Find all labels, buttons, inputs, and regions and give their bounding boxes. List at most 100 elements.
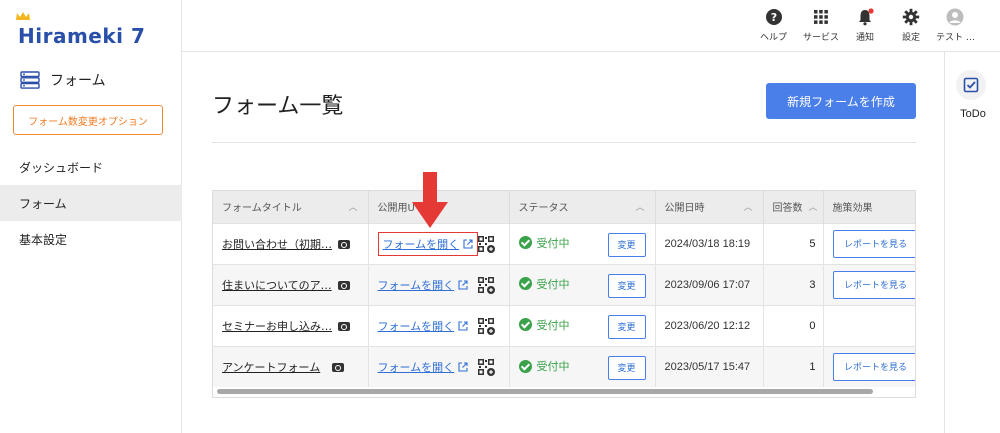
sidebar-item-label: ダッシュボード: [19, 160, 104, 175]
svg-text:?: ?: [770, 11, 776, 24]
sidebar-item-form[interactable]: フォーム: [0, 185, 182, 221]
external-link-icon: [463, 238, 473, 249]
sort-chevron-icon: ︿: [808, 203, 818, 213]
open-form-link[interactable]: フォームを開く: [378, 359, 455, 375]
column-header-count[interactable]: 回答数 ︿: [763, 191, 824, 223]
settings-label: 設定: [902, 33, 921, 43]
settings-button[interactable]: 設定: [902, 8, 920, 43]
user-icon: [946, 8, 964, 26]
sidebar: Hirameki 7 フォーム フォーム数変更オプション ダッシュボード フォー…: [0, 0, 182, 433]
notification-button[interactable]: 通知: [856, 8, 874, 43]
form-option-button[interactable]: フォーム数変更オプション: [13, 105, 163, 135]
publish-date: 2023/06/20 12:12: [664, 320, 751, 332]
checkbox-icon: [963, 77, 979, 93]
help-label: ヘルプ: [760, 33, 788, 43]
status-badge: 受付中: [518, 235, 570, 251]
open-form-link[interactable]: フォームを開く: [378, 318, 455, 334]
change-status-button[interactable]: 変更: [607, 273, 646, 298]
column-header-title[interactable]: フォームタイトル ︿: [213, 191, 369, 223]
cell-date: 2024/03/18 18:19: [655, 222, 764, 264]
column-header-date[interactable]: 公開日時 ︿: [655, 191, 764, 223]
todo-button[interactable]: [956, 70, 986, 100]
cell-effect: レポートを見る: [823, 263, 915, 305]
sidebar-nav: ダッシュボード フォーム 基本設定: [0, 149, 182, 257]
cell-count: 5: [763, 222, 824, 264]
logo-text: Hirameki 7: [18, 24, 146, 48]
change-status-button[interactable]: 変更: [607, 314, 646, 339]
external-link-icon: [458, 320, 468, 331]
cell-public-url: フォームを開く: [368, 304, 510, 346]
cell-title: 住まいについてのア…: [213, 263, 369, 305]
publish-date: 2023/09/06 17:07: [664, 279, 751, 291]
check-circle-icon: [518, 359, 532, 373]
column-header-effect[interactable]: 施策効果: [823, 191, 915, 223]
status-badge: 受付中: [518, 317, 570, 333]
cell-status: 受付中 変更: [509, 304, 656, 346]
help-button[interactable]: ? ヘルプ: [760, 8, 787, 43]
table-row: セミナーお申し込み… フォームを開く 受付中 変更 2023/06/20 12:…: [213, 304, 915, 346]
open-form-highlight: フォームを開く: [377, 231, 479, 256]
notification-label: 通知: [856, 33, 875, 43]
service-button[interactable]: サービス: [803, 8, 839, 43]
preview-icon[interactable]: [338, 240, 350, 249]
user-label: テスト …: [936, 33, 975, 43]
external-link-icon: [458, 279, 468, 290]
brand-logo[interactable]: Hirameki 7: [16, 12, 146, 48]
grid-icon: [814, 10, 828, 24]
cell-status: 受付中 変更: [509, 222, 656, 264]
divider: [212, 142, 916, 143]
table-row: お問い合わせ（初期… フォームを開く 受付中 変更 2024/03/18 18:…: [213, 222, 915, 264]
sidebar-section-form: フォーム: [20, 70, 106, 90]
status-text: 受付中: [536, 277, 570, 291]
column-label: 回答数: [772, 203, 803, 215]
sort-chevron-icon: ︿: [635, 203, 645, 213]
preview-icon[interactable]: [338, 322, 350, 331]
service-label: サービス: [803, 33, 840, 43]
table-header-row: フォームタイトル ︿ 公開用U ステータス ︿ 公開日時 ︿ 回答数 ︿ 施策効果: [213, 191, 915, 223]
form-title-link[interactable]: お問い合わせ（初期…: [222, 238, 332, 251]
column-label: 施策効果: [832, 203, 873, 215]
open-form-link[interactable]: フォームを開く: [383, 236, 460, 252]
form-title-link[interactable]: セミナーお申し込み…: [222, 320, 332, 333]
publish-date: 2024/03/18 18:19: [664, 238, 751, 250]
column-label: ステータス: [518, 203, 569, 215]
preview-icon[interactable]: [332, 363, 345, 373]
qr-code-icon[interactable]: [477, 235, 495, 253]
server-icon: [20, 71, 40, 89]
form-table: フォームタイトル ︿ 公開用U ステータス ︿ 公開日時 ︿ 回答数 ︿ 施策効果 お問…: [212, 190, 916, 398]
view-report-button[interactable]: レポートを見る: [832, 270, 915, 299]
create-form-button[interactable]: 新規フォームを作成: [766, 83, 916, 119]
change-status-button[interactable]: 変更: [607, 355, 646, 380]
qr-code-icon[interactable]: [477, 276, 495, 294]
open-form-wrap: フォームを開く: [378, 315, 469, 337]
sidebar-item-basic-settings[interactable]: 基本設定: [0, 221, 182, 257]
sidebar-item-label: フォーム: [19, 196, 67, 211]
column-header-status[interactable]: ステータス ︿: [509, 191, 656, 223]
cell-date: 2023/06/20 12:12: [655, 304, 764, 346]
help-icon: ?: [765, 9, 782, 25]
form-title-link[interactable]: 住まいについてのア…: [222, 279, 332, 292]
bell-icon: [859, 8, 874, 26]
sidebar-item-dashboard[interactable]: ダッシュボード: [0, 149, 182, 185]
user-menu-button[interactable]: テスト …: [936, 8, 975, 43]
qr-code-icon[interactable]: [477, 358, 495, 376]
cell-title: アンケートフォーム: [213, 345, 369, 387]
open-form-wrap: フォームを開く: [378, 356, 469, 378]
table-row: 住まいについてのア… フォームを開く 受付中 変更 2023/09/06 17:…: [213, 263, 915, 305]
view-report-button[interactable]: レポートを見る: [832, 229, 915, 258]
form-title-link[interactable]: アンケートフォーム: [222, 361, 320, 374]
check-circle-icon: [518, 277, 532, 291]
preview-icon[interactable]: [337, 281, 350, 290]
qr-code-icon[interactable]: [477, 317, 495, 335]
status-text: 受付中: [536, 360, 570, 373]
status-badge: 受付中: [518, 276, 570, 292]
publish-date: 2023/05/17 15:47: [664, 361, 751, 374]
sort-chevron-icon: ︿: [743, 203, 753, 213]
change-status-button[interactable]: 変更: [607, 232, 646, 257]
view-report-button[interactable]: レポートを見る: [832, 352, 915, 381]
open-form-link[interactable]: フォームを開く: [378, 277, 455, 293]
cell-public-url: フォームを開く: [368, 345, 510, 387]
cell-date: 2023/05/17 15:47: [655, 345, 764, 387]
sidebar-section-title: フォーム: [50, 73, 106, 89]
horizontal-scrollbar[interactable]: [217, 389, 873, 394]
